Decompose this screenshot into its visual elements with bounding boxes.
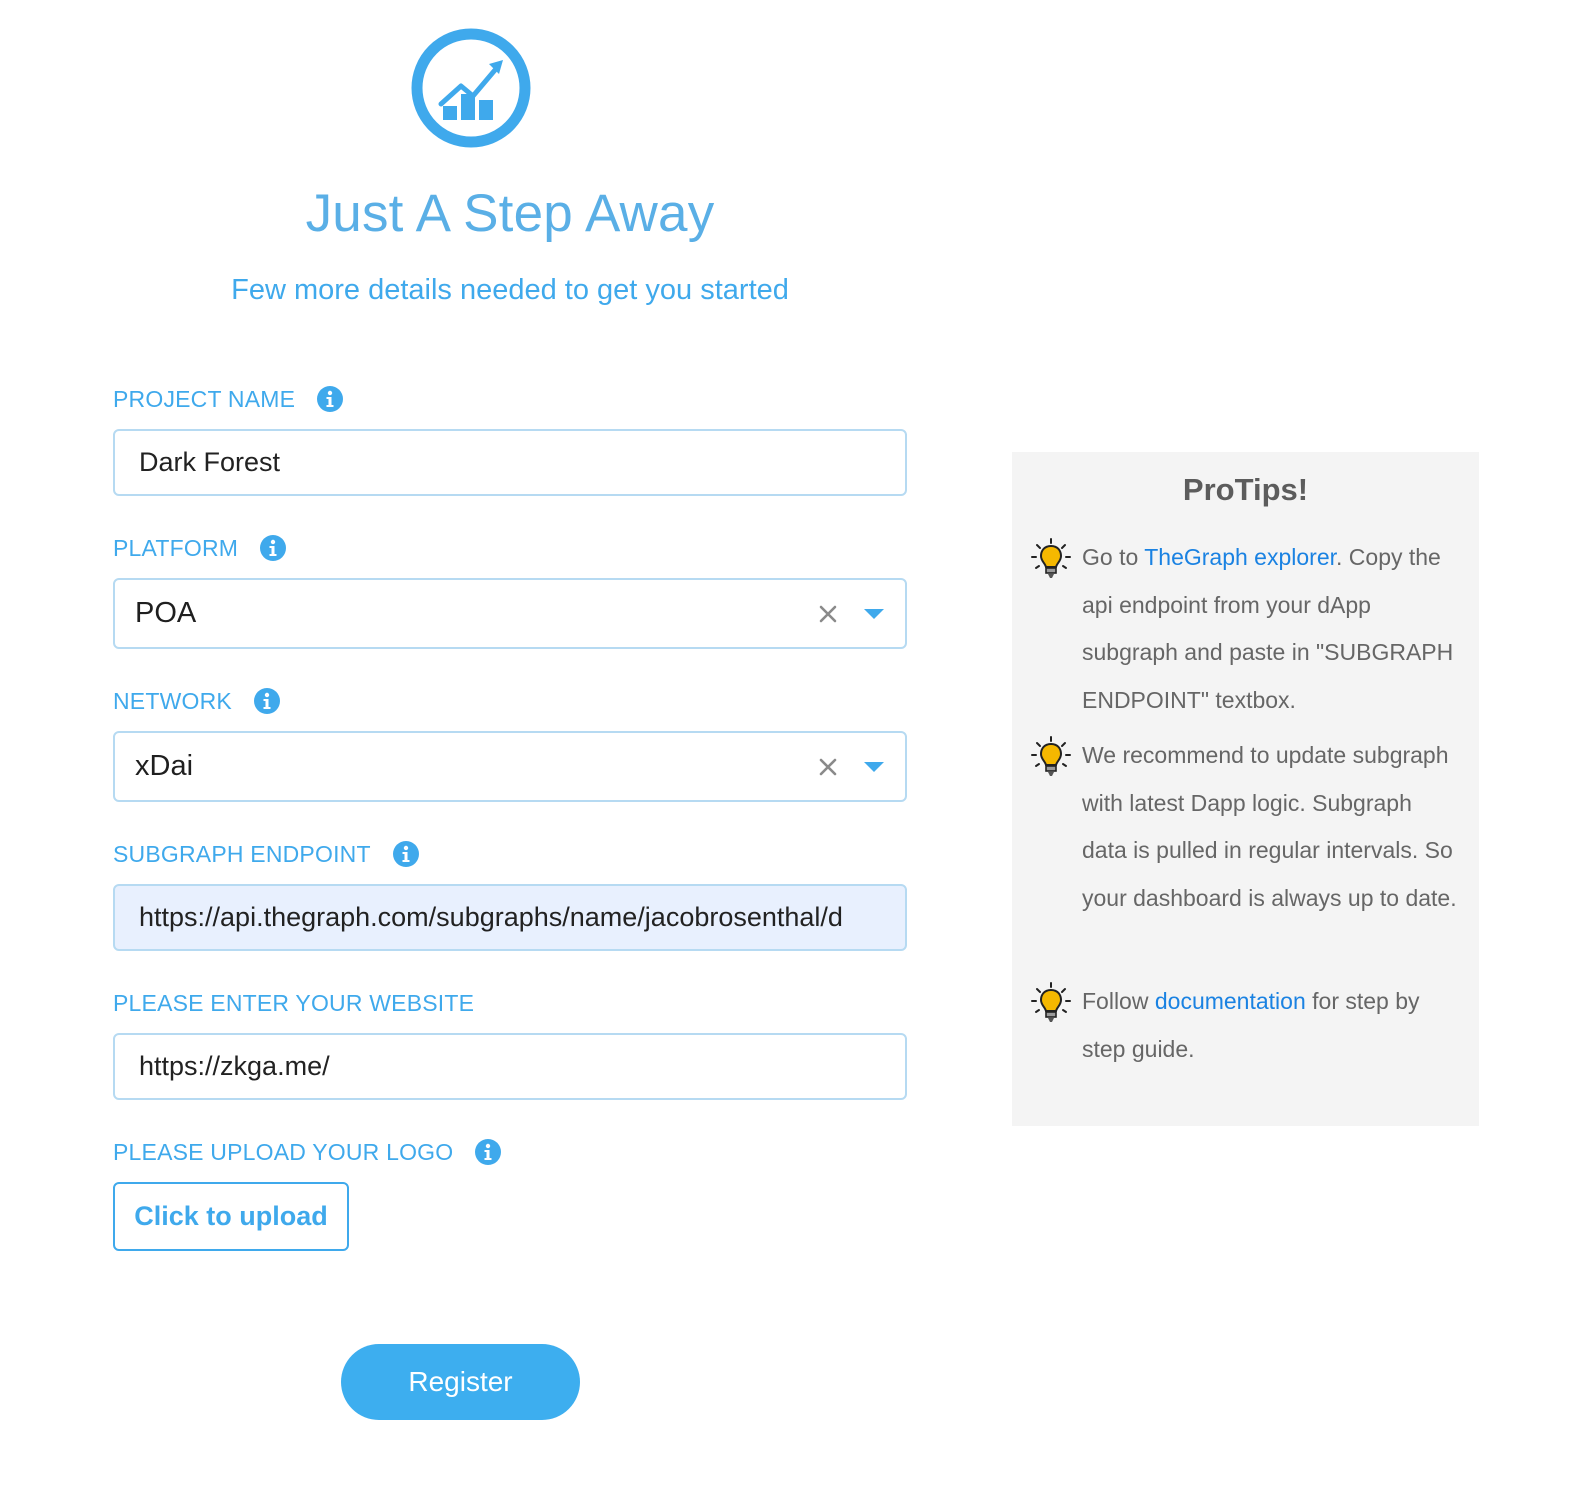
lightbulb-icon — [1031, 538, 1071, 578]
protips-title: ProTips! — [1182, 472, 1309, 507]
info-icon[interactable] — [253, 688, 280, 714]
info-icon[interactable] — [392, 841, 419, 867]
info-icon[interactable] — [475, 1139, 502, 1165]
network-select[interactable]: xDai — [113, 731, 907, 802]
info-icon[interactable] — [260, 535, 287, 561]
protip-text: We recommend to update subgraph with lat… — [1082, 742, 1457, 911]
protip-text-before: Go to — [1082, 544, 1145, 570]
project-name-input[interactable] — [113, 429, 907, 496]
subgraph-endpoint-label: SUBGRAPH ENDPOINT — [113, 839, 419, 869]
info-icon[interactable] — [317, 386, 344, 412]
website-input[interactable] — [113, 1033, 907, 1100]
protip-text: Go to TheGraph explorer. Copy the api en… — [1082, 534, 1462, 724]
protips-panel: ProTips! Go to TheGraph explorer. Copy t… — [1012, 452, 1479, 1126]
documentation-link[interactable]: documentation — [1155, 988, 1306, 1014]
platform-label-text: PLATFORM — [113, 534, 239, 561]
network-selected-value: xDai — [135, 750, 194, 782]
platform-selected-value: POA — [135, 597, 197, 629]
website-label-text: PLEASE ENTER YOUR WEBSITE — [113, 989, 475, 1016]
page-title: Just A Step Away — [305, 184, 715, 243]
platform-select[interactable]: POA — [113, 578, 907, 649]
chevron-down-icon[interactable] — [857, 597, 891, 631]
website-label: PLEASE ENTER YOUR WEBSITE — [113, 988, 474, 1018]
project-name-label-text: PROJECT NAME — [113, 385, 296, 412]
lightbulb-icon — [1031, 982, 1071, 1022]
subgraph-endpoint-input[interactable] — [113, 884, 907, 951]
lightbulb-icon — [1031, 736, 1071, 776]
protip-text-before: Follow — [1082, 988, 1155, 1014]
brand-logo — [411, 28, 531, 148]
page-subtitle: Few more details needed to get you start… — [231, 274, 789, 306]
register-button[interactable]: Register — [341, 1344, 580, 1420]
subgraph-endpoint-label-text: SUBGRAPH ENDPOINT — [113, 840, 371, 867]
chart-growth-icon — [411, 28, 531, 148]
logo-upload-label: PLEASE UPLOAD YOUR LOGO — [113, 1137, 502, 1167]
upload-logo-button[interactable]: Click to upload — [113, 1182, 349, 1251]
network-label: NETWORK — [113, 686, 280, 716]
project-name-label: PROJECT NAME — [113, 384, 344, 414]
logo-upload-label-text: PLEASE UPLOAD YOUR LOGO — [113, 1138, 454, 1165]
protip-text: Follow documentation for step by step gu… — [1082, 978, 1462, 1073]
platform-label: PLATFORM — [113, 533, 287, 563]
clear-icon[interactable] — [811, 750, 845, 784]
network-label-text: NETWORK — [113, 687, 232, 714]
clear-icon[interactable] — [811, 597, 845, 631]
thegraph-explorer-link[interactable]: TheGraph explorer — [1144, 544, 1336, 570]
chevron-down-icon[interactable] — [857, 750, 891, 784]
